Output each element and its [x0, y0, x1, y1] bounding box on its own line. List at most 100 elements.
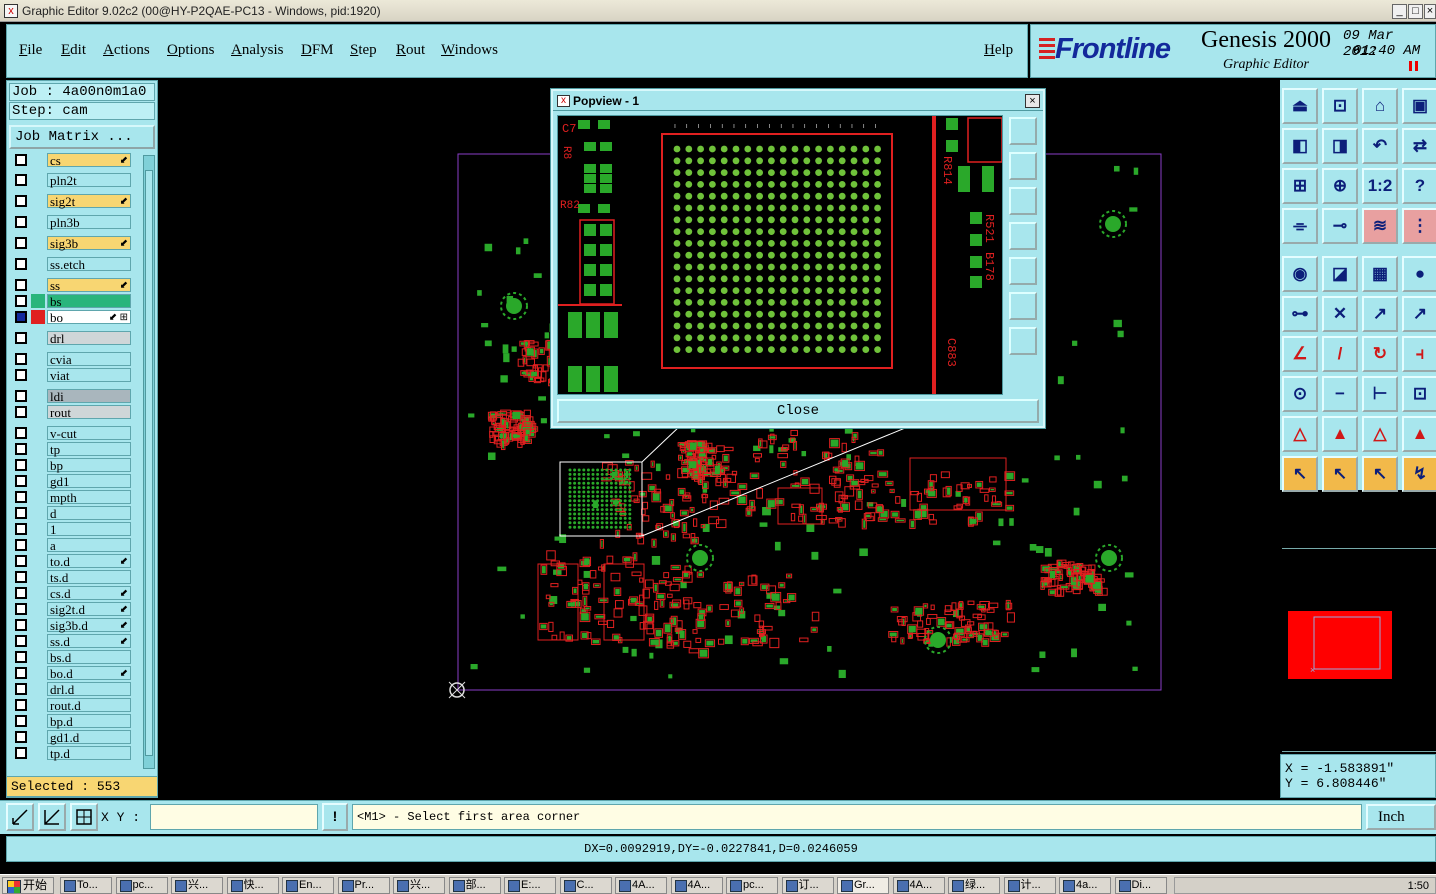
query-tool-button[interactable]: ? [1402, 168, 1436, 204]
redo-tool-button[interactable]: ⇄ [1402, 128, 1436, 164]
text-tool-button[interactable]: ⫞ [1402, 336, 1436, 372]
layer-name[interactable]: v-cut [47, 426, 131, 440]
layer-name[interactable]: drl [47, 331, 131, 345]
layer-checkbox[interactable] [15, 443, 27, 455]
layer-checkbox[interactable] [15, 406, 27, 418]
layer-row[interactable]: bs.d [11, 650, 133, 664]
layer-name[interactable]: viat [47, 368, 131, 382]
unit-selector[interactable]: Inch [1366, 804, 1436, 830]
connect-tool-button[interactable]: ⊶ [1282, 296, 1318, 332]
layer-row[interactable]: sig2t.d ⬋ [11, 602, 133, 616]
layer-name[interactable]: tp [47, 442, 131, 456]
layer-swap-tool-button[interactable]: ◪ [1322, 256, 1358, 292]
layer-row[interactable]: drl [11, 331, 133, 345]
layer-name[interactable]: a [47, 538, 131, 552]
layer-checkbox[interactable] [15, 555, 27, 567]
layer-row[interactable]: bs [11, 294, 133, 308]
menu-file[interactable]: File [19, 42, 42, 59]
overview-window[interactable]: × [1282, 548, 1436, 752]
layer-checkbox[interactable] [15, 539, 27, 551]
step-down-tool-button[interactable]: ⊡ [1322, 88, 1358, 124]
layer-row[interactable]: bp.d [11, 714, 133, 728]
taskbar-item[interactable]: 计... [1003, 877, 1056, 894]
surface-edit-tool-button[interactable]: △ [1362, 416, 1398, 452]
measure-mode-button[interactable] [38, 803, 66, 831]
layer-name[interactable]: rout.d [47, 698, 131, 712]
layer-row[interactable]: ldi [11, 389, 133, 403]
pad-tool-button[interactable]: ● [1402, 256, 1436, 292]
layer-name[interactable]: ss.d ⬋ [47, 634, 131, 648]
layer-name[interactable]: pln2t [47, 173, 131, 187]
layer-row[interactable]: sig2t ⬋ [11, 194, 133, 208]
layer-checkbox[interactable] [15, 491, 27, 503]
snap-mode-button[interactable] [6, 803, 34, 831]
pop-pan-right-button[interactable] [1009, 257, 1037, 285]
menu-help[interactable]: Help [984, 42, 1013, 59]
layer-name[interactable]: bo.d ⬋ [47, 666, 131, 680]
menu-windows[interactable]: Windows [441, 42, 498, 59]
layer-checkbox[interactable] [15, 523, 27, 535]
home-tool-button[interactable]: ⌂ [1362, 88, 1398, 124]
layer-row[interactable]: ss.etch [11, 257, 133, 271]
measure-tool-button[interactable]: ⊸ [1322, 208, 1358, 244]
area-select-tool-button[interactable]: ↖ [1362, 456, 1398, 492]
layer-row[interactable]: drl.d [11, 682, 133, 696]
taskbar-item[interactable]: 4A... [892, 877, 945, 894]
snap-tool-button[interactable]: ⌯ [1282, 208, 1318, 244]
menu-actions[interactable]: Actions [103, 42, 150, 59]
layer-checkbox[interactable] [15, 258, 27, 270]
layer-row[interactable]: pln2t [11, 173, 133, 187]
layer-checkbox[interactable] [15, 715, 27, 727]
layer-checkbox[interactable] [15, 667, 27, 679]
layer-row[interactable]: tp [11, 442, 133, 456]
pad-add-tool-button[interactable]: ⊙ [1282, 376, 1318, 412]
title-bar[interactable]: x Graphic Editor 9.02c2 (00@HY-P2QAE-PC1… [0, 0, 1436, 22]
drc-tool-button[interactable]: ≋ [1362, 208, 1398, 244]
pop-pan-left-button[interactable] [1009, 222, 1037, 250]
menu-analysis[interactable]: Analysis [231, 42, 284, 59]
line-tool-button[interactable]: ∠ [1282, 336, 1318, 372]
taskbar-item[interactable]: 兴... [171, 877, 223, 894]
undo-tool-button[interactable]: ↶ [1362, 128, 1398, 164]
layer-name[interactable]: sig2t ⬋ [47, 194, 131, 208]
layer-checkbox[interactable] [15, 195, 27, 207]
overview-map[interactable]: × [1282, 549, 1436, 753]
net-tool-button[interactable]: ⊡ [1402, 376, 1436, 412]
layer-name[interactable]: gd1 [47, 474, 131, 488]
layer-row[interactable]: cvia [11, 352, 133, 366]
layer-row[interactable]: cs.d ⬋ [11, 586, 133, 600]
minimize-button[interactable]: _ [1392, 4, 1407, 19]
layer-name[interactable]: cs ⬋ [47, 153, 131, 167]
layer-row[interactable]: bo ⬋ ⊞ [11, 310, 133, 324]
taskbar-item[interactable]: 4a... [1059, 877, 1111, 894]
cut-tool-button[interactable]: ✕ [1322, 296, 1358, 332]
layer-name[interactable]: mpth [47, 490, 131, 504]
popview-window[interactable]: Popview - 1 x × C7 R82 R814 R521 B178 C8… [550, 88, 1046, 429]
layer-scrollbar[interactable] [143, 155, 155, 769]
popview-title[interactable]: Popview - 1 [553, 91, 1043, 111]
layer-checkbox[interactable] [15, 427, 27, 439]
taskbar-item[interactable]: 部... [448, 877, 501, 894]
app-icon[interactable]: x [4, 4, 18, 18]
layer-row[interactable]: bo.d ⬋ [11, 666, 133, 680]
layer-checkbox[interactable] [15, 747, 27, 759]
pop-zoom-in-button[interactable] [1009, 292, 1037, 320]
taskbar-item[interactable]: Pr... [337, 877, 390, 894]
trace-tool-button[interactable]: − [1322, 376, 1358, 412]
layer-checkbox[interactable] [15, 731, 27, 743]
layer-checkbox[interactable] [15, 635, 27, 647]
taskbar-item[interactable]: pc... [115, 877, 168, 894]
pop-pan-down-button[interactable] [1009, 187, 1037, 215]
layer-name[interactable]: cs.d ⬋ [47, 586, 131, 600]
route-select-tool-button[interactable]: ↯ [1402, 456, 1436, 492]
layer-row[interactable]: rout [11, 405, 133, 419]
taskbar-item[interactable]: 快... [226, 877, 279, 894]
layer-row[interactable]: bp [11, 458, 133, 472]
menu-rout[interactable]: Rout [396, 42, 425, 59]
layer-row[interactable]: d [11, 506, 133, 520]
layer-row[interactable]: a [11, 538, 133, 552]
layer-checkbox[interactable] [15, 571, 27, 583]
route-tool-button[interactable]: ↗ [1362, 296, 1398, 332]
taskbar-item[interactable]: 订... [781, 877, 834, 894]
move-right-tool-button[interactable]: ◨ [1322, 128, 1358, 164]
